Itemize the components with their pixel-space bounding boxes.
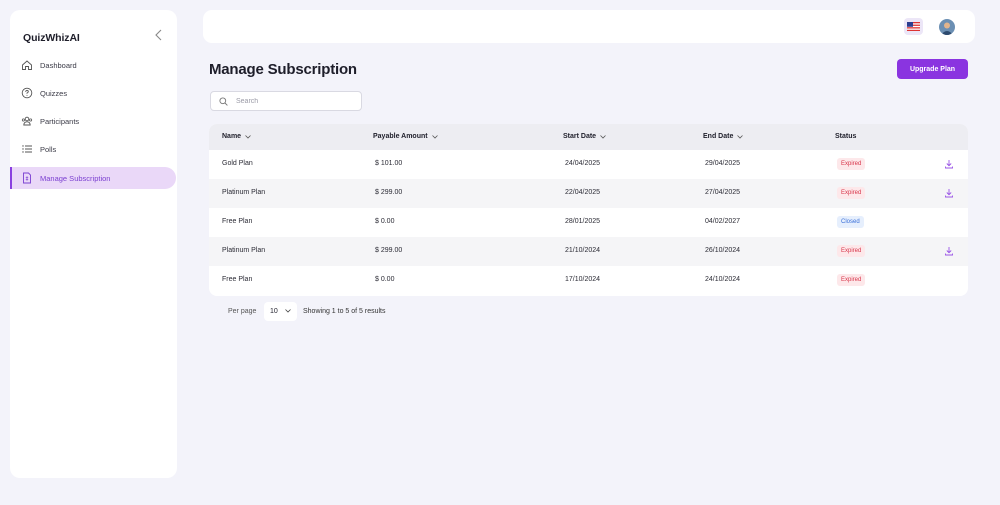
end-date: 24/10/2024 bbox=[705, 276, 741, 283]
status-badge: Expired bbox=[837, 274, 866, 286]
table-row: Platinum Plan $ 299.00 21/10/2024 26/10/… bbox=[209, 237, 968, 266]
end-date: 29/04/2025 bbox=[705, 160, 741, 167]
column-header-status: Status bbox=[835, 133, 857, 140]
status-badge: Expired bbox=[837, 187, 866, 199]
sidebar-item-participants[interactable]: Participants bbox=[10, 110, 176, 132]
sort-chevron-icon bbox=[431, 134, 438, 139]
table-row: Gold Plan $ 101.00 24/04/2025 29/04/2025… bbox=[209, 150, 968, 179]
upgrade-plan-button[interactable]: Upgrade Plan bbox=[897, 59, 968, 79]
brand-logo: QuizWhizAI bbox=[23, 32, 80, 44]
collapse-sidebar-icon[interactable] bbox=[153, 28, 165, 42]
search-box[interactable] bbox=[210, 91, 362, 111]
start-date: 21/10/2024 bbox=[565, 247, 601, 254]
per-page-label: Per page bbox=[228, 308, 257, 315]
per-page-select[interactable]: 10 bbox=[264, 302, 297, 321]
status-badge: Expired bbox=[837, 158, 866, 170]
sort-chevron-icon bbox=[737, 134, 744, 139]
download-icon[interactable] bbox=[944, 159, 954, 169]
start-date: 22/04/2025 bbox=[565, 189, 601, 196]
end-date: 04/02/2027 bbox=[705, 218, 741, 225]
start-date: 28/01/2025 bbox=[565, 218, 601, 225]
users-icon bbox=[21, 115, 33, 127]
sidebar-item-polls[interactable]: Polls bbox=[10, 138, 176, 160]
column-header-end-date[interactable]: End Date bbox=[703, 133, 744, 140]
top-bar bbox=[203, 10, 975, 43]
plan-name: Gold Plan bbox=[222, 160, 253, 167]
table-row: Free Plan $ 0.00 28/01/2025 04/02/2027 C… bbox=[209, 208, 968, 237]
sidebar-item-quizzes[interactable]: Quizzes bbox=[10, 82, 176, 104]
sidebar-item-label: Manage Subscription bbox=[40, 173, 111, 183]
plan-name: Platinum Plan bbox=[222, 247, 266, 254]
end-date: 27/04/2025 bbox=[705, 189, 741, 196]
table-row: Free Plan $ 0.00 17/10/2024 24/10/2024 E… bbox=[209, 266, 968, 295]
status-badge: Expired bbox=[837, 245, 866, 257]
table-row: Platinum Plan $ 299.00 22/04/2025 27/04/… bbox=[209, 179, 968, 208]
download-icon[interactable] bbox=[944, 246, 954, 256]
start-date: 24/04/2025 bbox=[565, 160, 601, 167]
subscription-doc-icon bbox=[21, 172, 33, 184]
payable-amount: $ 0.00 bbox=[375, 276, 395, 283]
subscriptions-table: Name Payable Amount Start Date End Date … bbox=[209, 124, 968, 296]
chevron-down-icon bbox=[285, 309, 291, 313]
payable-amount: $ 101.00 bbox=[375, 160, 403, 167]
sidebar-item-manage-subscription[interactable]: Manage Subscription bbox=[10, 167, 176, 189]
search-icon bbox=[219, 96, 228, 106]
home-icon bbox=[21, 59, 33, 71]
payable-amount: $ 0.00 bbox=[375, 218, 395, 225]
status-badge: Closed bbox=[837, 216, 864, 228]
sidebar-item-dashboard[interactable]: Dashboard bbox=[10, 54, 176, 76]
start-date: 17/10/2024 bbox=[565, 276, 601, 283]
pagination-info: Showing 1 to 5 of 5 results bbox=[303, 308, 386, 315]
sidebar-item-label: Participants bbox=[40, 116, 80, 126]
sidebar-item-label: Dashboard bbox=[40, 60, 77, 70]
per-page-value: 10 bbox=[270, 308, 278, 315]
plan-name: Free Plan bbox=[222, 276, 253, 283]
search-input[interactable] bbox=[236, 97, 346, 105]
page-title: Manage Subscription bbox=[209, 61, 357, 78]
plan-name: Platinum Plan bbox=[222, 189, 266, 196]
sort-chevron-icon bbox=[600, 134, 606, 139]
table-header: Name Payable Amount Start Date End Date … bbox=[209, 124, 968, 150]
payable-amount: $ 299.00 bbox=[375, 189, 403, 196]
sort-chevron-icon bbox=[245, 134, 251, 139]
plan-name: Free Plan bbox=[222, 218, 253, 225]
download-icon[interactable] bbox=[944, 188, 954, 198]
payable-amount: $ 299.00 bbox=[375, 247, 403, 254]
column-header-amount[interactable]: Payable Amount bbox=[373, 133, 438, 140]
list-icon bbox=[21, 143, 33, 155]
sidebar: QuizWhizAI Dashboard Quizzes Participant… bbox=[10, 10, 177, 478]
end-date: 26/10/2024 bbox=[705, 247, 741, 254]
sidebar-item-label: Polls bbox=[40, 144, 57, 154]
sidebar-item-label: Quizzes bbox=[40, 88, 68, 98]
question-circle-icon bbox=[21, 87, 33, 99]
language-selector[interactable] bbox=[904, 18, 923, 35]
column-header-start-date[interactable]: Start Date bbox=[563, 133, 606, 140]
column-header-name[interactable]: Name bbox=[222, 133, 251, 140]
us-flag-icon bbox=[907, 22, 920, 31]
user-avatar[interactable] bbox=[939, 19, 955, 35]
